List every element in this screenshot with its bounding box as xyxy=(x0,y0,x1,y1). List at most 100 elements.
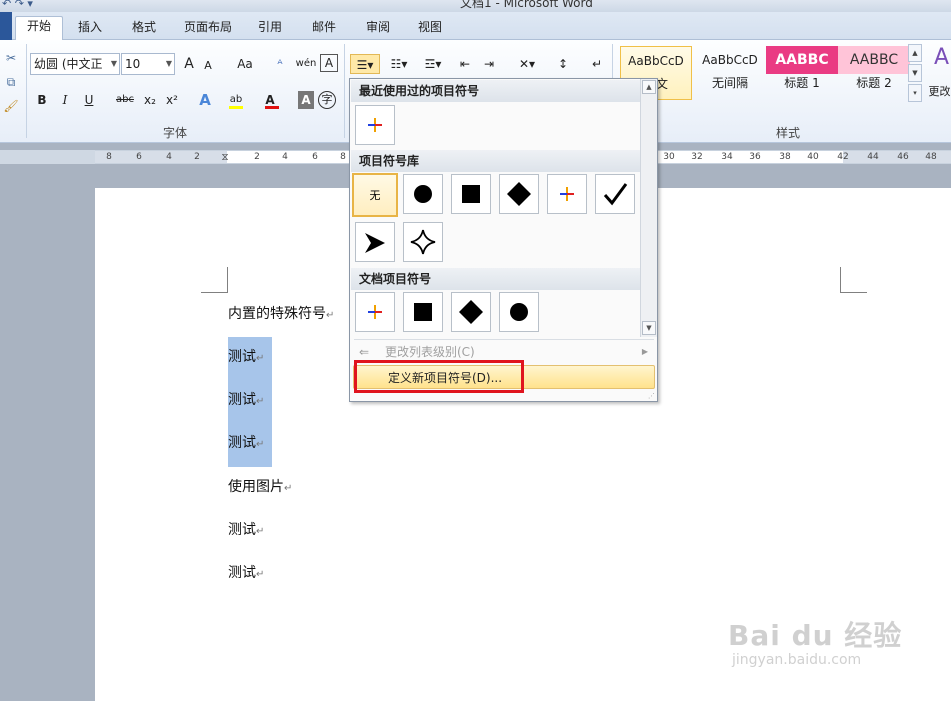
tab-page-layout[interactable]: 页面布局 xyxy=(176,18,240,40)
filled-circle-icon xyxy=(414,185,432,203)
bullet-library-header: 项目符号库 xyxy=(351,150,656,172)
filled-diamond-icon xyxy=(459,300,483,324)
filled-square-icon xyxy=(414,303,432,321)
ribbon-tab-bar: 开始 插入 格式 页面布局 引用 邮件 审阅 视图 xyxy=(0,12,951,41)
paragraph-5[interactable]: 使用图片↵ xyxy=(228,476,292,496)
doc-bullet-colorful-star[interactable] xyxy=(355,292,395,332)
dropdown-scrollbar[interactable]: ▲ ▼ xyxy=(640,79,657,337)
submenu-arrow-icon: ▶ xyxy=(641,347,648,356)
tab-format[interactable]: 格式 xyxy=(122,18,166,40)
strikethrough-button[interactable]: abc xyxy=(114,90,136,110)
font-color-button[interactable]: A xyxy=(262,90,279,110)
clear-format-icon[interactable]: ᴬ xyxy=(270,54,290,74)
highlight-button[interactable]: ab xyxy=(226,90,246,110)
doc-bullet-filled-square[interactable] xyxy=(403,292,443,332)
ruler-indent-marker[interactable]: ⧖ xyxy=(215,152,235,163)
styles-group-label: 样式 xyxy=(776,126,801,140)
bullets-button[interactable]: ☰▾ xyxy=(350,54,380,74)
style-heading-2[interactable]: AABBC 标题 2 xyxy=(838,46,910,100)
colorful-star-icon xyxy=(560,187,574,201)
paragraph-2[interactable]: 测试↵ xyxy=(228,346,264,366)
copy-icon[interactable]: ⧉ xyxy=(2,72,20,92)
show-marks-icon[interactable]: ↵ xyxy=(588,54,606,74)
bullet-four-point-star[interactable] xyxy=(403,222,443,262)
resize-grip-icon[interactable]: ⋰ xyxy=(648,392,655,400)
font-size-combo[interactable]: 10 ▼ xyxy=(121,53,175,75)
highlight-color-bar xyxy=(229,106,243,109)
char-shading-button[interactable]: A xyxy=(298,91,314,109)
subscript-button[interactable]: x₂ xyxy=(142,90,158,110)
bullet-colorful-star[interactable] xyxy=(547,174,587,214)
styles-scroll-down-icon[interactable]: ▼ xyxy=(908,64,922,82)
change-styles-label[interactable]: 更改 xyxy=(928,82,951,102)
shrink-font-button[interactable]: A xyxy=(200,56,216,76)
font-name-combo[interactable]: 幼圆 (中文正 ▼ xyxy=(30,53,120,75)
recent-colorful-star-bullet[interactable] xyxy=(355,105,395,145)
styles-more-icon[interactable]: ▾ xyxy=(908,84,922,102)
scroll-up-icon[interactable]: ▲ xyxy=(642,80,656,94)
style-no-spacing[interactable]: AaBbCcD 无间隔 xyxy=(694,46,766,100)
enclose-char-button[interactable]: 字 xyxy=(318,91,336,109)
colorful-star-icon xyxy=(368,305,382,319)
document-bullets-header: 文档项目符号 xyxy=(351,268,656,290)
bullet-filled-diamond[interactable] xyxy=(499,174,539,214)
sort-icon[interactable]: ↕ xyxy=(552,54,574,74)
margin-corner-left xyxy=(201,267,228,293)
bullet-checkmark[interactable] xyxy=(595,174,635,214)
grow-font-button[interactable]: A xyxy=(180,54,198,74)
increase-indent-icon[interactable]: ⇥ xyxy=(480,54,498,74)
bullet-arrowhead[interactable] xyxy=(355,222,395,262)
asian-layout-button[interactable]: ✕▾ xyxy=(512,54,542,74)
doc-bullet-filled-diamond[interactable] xyxy=(451,292,491,332)
paragraph-7[interactable]: 测试↵ xyxy=(228,562,264,582)
multilevel-list-button[interactable]: ☲▾ xyxy=(418,54,448,74)
change-case-button[interactable]: Aa xyxy=(232,54,258,74)
style-heading-1[interactable]: AABBC 标题 1 xyxy=(766,46,838,100)
italic-button[interactable]: I xyxy=(58,90,72,110)
font-group-label: 字体 xyxy=(163,126,188,140)
tab-review[interactable]: 审阅 xyxy=(356,18,400,40)
paragraph-4[interactable]: 测试↵ xyxy=(228,432,264,452)
bullet-filled-circle[interactable] xyxy=(403,174,443,214)
four-point-star-icon xyxy=(410,229,436,255)
bullet-none[interactable]: 无 xyxy=(352,173,398,217)
styles-scroll-up-icon[interactable]: ▲ xyxy=(908,44,922,62)
style-heading-1-name: 标题 1 xyxy=(784,76,820,90)
change-styles-icon[interactable]: A xyxy=(932,44,951,72)
arrowhead-icon xyxy=(365,233,385,253)
superscript-button[interactable]: x² xyxy=(164,90,180,110)
style-heading-2-sample: AABBC xyxy=(838,46,910,74)
numbering-button[interactable]: ☷▾ xyxy=(384,54,414,74)
phonetic-guide-icon[interactable]: wén xyxy=(294,54,318,74)
font-name-value: 幼圆 (中文正 xyxy=(34,57,113,71)
tab-view[interactable]: 视图 xyxy=(408,18,452,40)
quick-access-toolbar[interactable]: ↶ ↷ ▾ xyxy=(2,0,33,10)
bold-button[interactable]: B xyxy=(34,90,50,110)
tab-mailings[interactable]: 邮件 xyxy=(302,18,346,40)
baidu-watermark-url: jingyan.baidu.com xyxy=(732,652,862,668)
doc-bullet-filled-circle[interactable] xyxy=(499,292,539,332)
style-heading-1-sample: AABBC xyxy=(766,46,838,74)
underline-button[interactable]: U xyxy=(82,90,96,110)
chevron-down-icon: ▼ xyxy=(165,59,172,68)
file-button[interactable] xyxy=(0,12,12,40)
tab-references[interactable]: 引用 xyxy=(248,18,292,40)
tab-home[interactable]: 开始 xyxy=(15,16,63,41)
cut-icon[interactable]: ✂ xyxy=(2,48,20,68)
scroll-down-icon[interactable]: ▼ xyxy=(642,321,656,335)
paragraph-6[interactable]: 测试↵ xyxy=(228,519,264,539)
window-title: 文档1 - Microsoft Word xyxy=(460,0,593,10)
decrease-indent-icon[interactable]: ⇤ xyxy=(456,54,474,74)
bullet-filled-square[interactable] xyxy=(451,174,491,214)
style-normal-sample: AaBbCcD xyxy=(628,54,684,68)
format-painter-icon[interactable]: 🖌 xyxy=(2,96,20,116)
text-effects-icon[interactable]: A xyxy=(196,90,214,110)
char-border-icon[interactable]: A xyxy=(320,54,338,72)
tab-insert[interactable]: 插入 xyxy=(68,18,112,40)
paragraph-3[interactable]: 测试↵ xyxy=(228,389,264,409)
paragraph-1[interactable]: 内置的特殊符号↵ xyxy=(228,303,334,323)
checkmark-icon xyxy=(603,183,628,206)
ruler-gutter xyxy=(0,150,95,164)
title-bar: ↶ ↷ ▾ 文档1 - Microsoft Word xyxy=(0,0,951,12)
bullet-library-dropdown: 最近使用过的项目符号 项目符号库 无 文档项目符号 ▲ ▼ ⇐ 更改列表级别(C… xyxy=(349,78,658,402)
